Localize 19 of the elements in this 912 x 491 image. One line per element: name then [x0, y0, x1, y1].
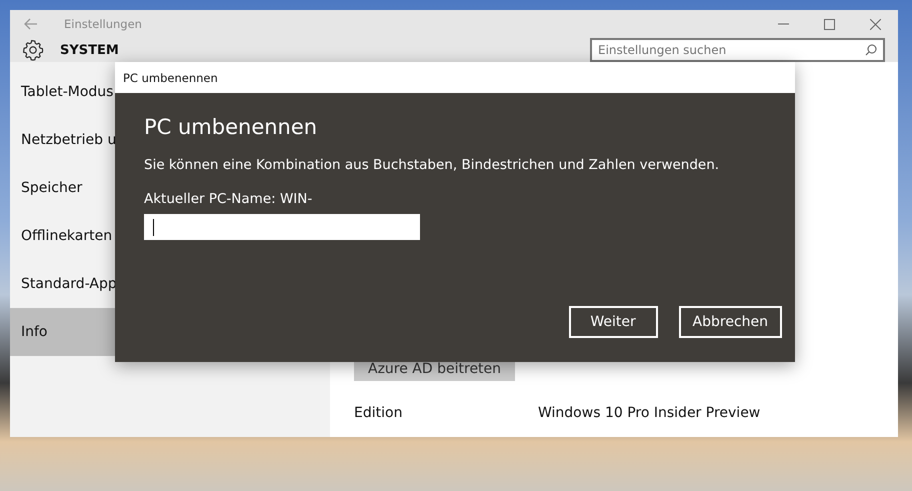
current-name-label: Aktueller PC-Name: WIN-: [144, 191, 314, 207]
dialog-message: Sie können eine Kombination aus Buchstaben, Bindestrichen und Zahlen verwenden.: [144, 157, 720, 173]
maximize-icon: [824, 18, 834, 30]
section-title: SYSTEM: [60, 42, 120, 58]
search-field[interactable]: Einstellungen suchen: [590, 38, 885, 62]
info-label: Edition: [354, 405, 404, 421]
text-cursor: [153, 218, 154, 236]
dialog-title: PC umbenennen: [115, 62, 795, 93]
next-button[interactable]: Weiter: [568, 306, 658, 338]
info-value: Windows 10 Pro Insider Preview: [538, 405, 760, 421]
minimize-icon: [778, 23, 788, 25]
cancel-button[interactable]: Abbrechen: [678, 306, 782, 338]
name-input-field[interactable]: [144, 214, 420, 240]
window-title: Einstellungen: [64, 17, 143, 31]
settings-icon: [22, 39, 44, 61]
back-arrow-icon[interactable]: [24, 18, 38, 30]
dialog-heading: PC umbenennen: [144, 115, 318, 139]
search-icon[interactable]: [865, 44, 877, 56]
close-icon: [870, 18, 880, 30]
